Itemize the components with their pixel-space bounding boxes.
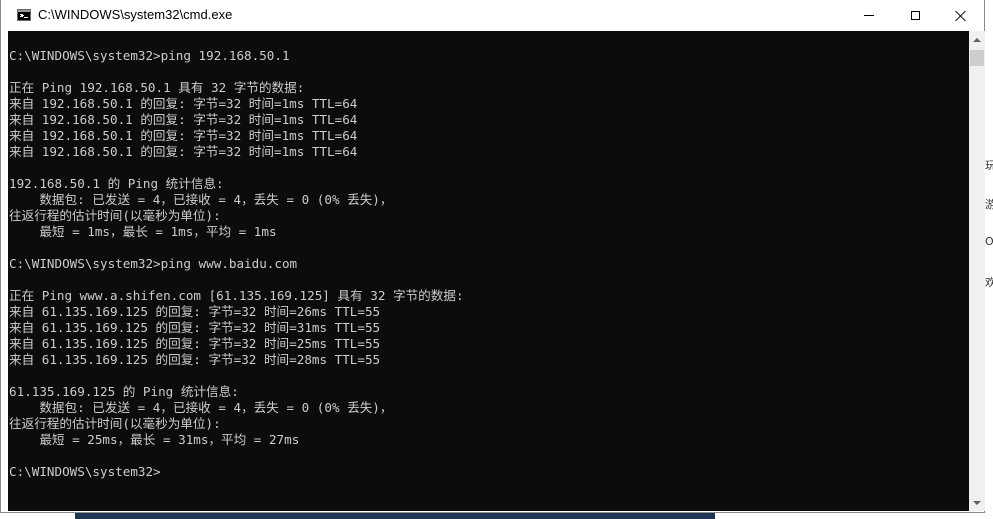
minimize-icon bbox=[864, 15, 874, 16]
title-bar[interactable]: C:\WINDOWS\system32\cmd.exe bbox=[1, 0, 984, 31]
console-line: 61.135.169.125 的 Ping 统计信息: bbox=[9, 384, 239, 399]
window-title: C:\WINDOWS\system32\cmd.exe bbox=[38, 7, 233, 22]
cmd-window[interactable]: C:\WINDOWS\system32\cmd.exe C:\WINDOWS\s… bbox=[0, 0, 985, 513]
console-line: 数据包: 已发送 = 4，已接收 = 4，丢失 = 0 (0% 丢失)， bbox=[9, 192, 393, 207]
scroll-thumb[interactable] bbox=[970, 50, 984, 66]
console-app-icon[interactable] bbox=[17, 9, 31, 21]
console-line: 192.168.50.1 的 Ping 统计信息: bbox=[9, 176, 224, 191]
vertical-scrollbar[interactable] bbox=[969, 31, 985, 511]
close-button[interactable] bbox=[938, 0, 984, 31]
scroll-down-button[interactable] bbox=[969, 494, 985, 511]
console-output[interactable]: C:\WINDOWS\system32>ping 192.168.50.1 正在 … bbox=[8, 31, 969, 511]
console-line: 来自 192.168.50.1 的回复: 字节=32 时间=1ms TTL=64 bbox=[9, 112, 358, 127]
background-text-fragment: 玩 bbox=[985, 159, 993, 172]
scroll-up-button[interactable] bbox=[969, 31, 985, 48]
console-line: 最短 = 25ms，最长 = 31ms，平均 = 27ms bbox=[9, 432, 300, 447]
console-line: 来自 192.168.50.1 的回复: 字节=32 时间=1ms TTL=64 bbox=[9, 144, 358, 159]
console-line: 正在 Ping 192.168.50.1 具有 32 字节的数据: bbox=[9, 80, 305, 95]
console-line: 来自 61.135.169.125 的回复: 字节=32 时间=25ms TTL… bbox=[9, 336, 381, 351]
console-line: 来自 192.168.50.1 的回复: 字节=32 时间=1ms TTL=64 bbox=[9, 96, 358, 111]
console-line: 来自 61.135.169.125 的回复: 字节=32 时间=31ms TTL… bbox=[9, 320, 381, 335]
console-line: 正在 Ping www.a.shifen.com [61.135.169.125… bbox=[9, 288, 464, 303]
close-icon bbox=[955, 10, 967, 22]
maximize-button[interactable] bbox=[892, 0, 938, 31]
console-line: 最短 = 1ms，最长 = 1ms，平均 = 1ms bbox=[9, 224, 277, 239]
arrow-down-icon bbox=[973, 500, 981, 505]
console-line: C:\WINDOWS\system32> bbox=[9, 464, 161, 479]
console-line: 往返行程的估计时间(以毫秒为单位): bbox=[9, 208, 221, 223]
minimize-button[interactable] bbox=[846, 0, 892, 31]
console-line: C:\WINDOWS\system32>ping 192.168.50.1 bbox=[9, 48, 290, 63]
background-text-fragment: 欢 bbox=[985, 276, 993, 289]
console-line: 来自 61.135.169.125 的回复: 字节=32 时间=28ms TTL… bbox=[9, 352, 381, 367]
background-text-fragment: 游 bbox=[985, 198, 993, 211]
maximize-icon bbox=[910, 11, 920, 20]
background-text-fragment: O bbox=[985, 235, 993, 248]
console-line: C:\WINDOWS\system32>ping www.baidu.com bbox=[9, 256, 298, 271]
console-line: 数据包: 已发送 = 4，已接收 = 4，丢失 = 0 (0% 丢失)， bbox=[9, 400, 393, 415]
console-lines: C:\WINDOWS\system32>ping 192.168.50.1 正在 … bbox=[9, 48, 464, 480]
console-line: 往返行程的估计时间(以毫秒为单位): bbox=[9, 416, 221, 431]
console-line: 来自 61.135.169.125 的回复: 字节=32 时间=26ms TTL… bbox=[9, 304, 381, 319]
arrow-up-icon bbox=[973, 37, 981, 42]
console-line: 来自 192.168.50.1 的回复: 字节=32 时间=1ms TTL=64 bbox=[9, 128, 358, 143]
